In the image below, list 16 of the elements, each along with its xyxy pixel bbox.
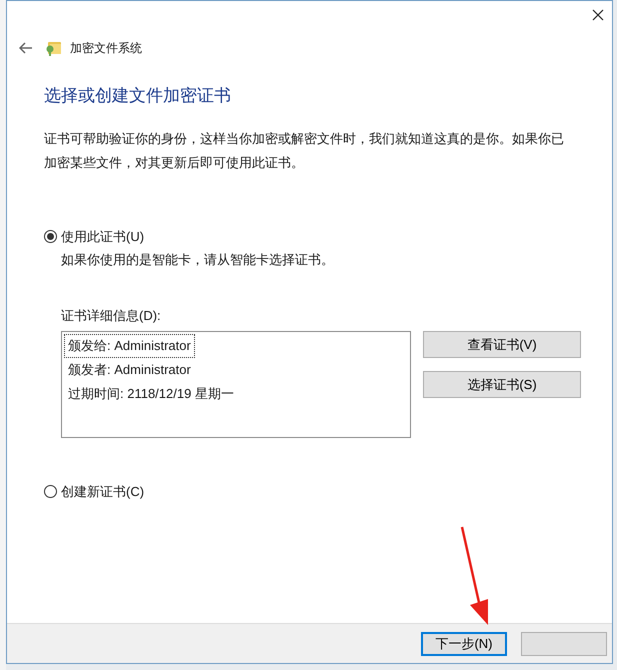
radio-button[interactable] xyxy=(44,485,57,498)
page-heading: 选择或创建文件加密证书 xyxy=(44,85,232,107)
details-label: 证书详细信息(D): xyxy=(61,306,162,325)
radio-label[interactable]: 创建新证书(C) xyxy=(61,482,144,502)
description-text: 证书可帮助验证你的身份，这样当你加密或解密文件时，我们就知道这真的是你。如果你已加密某些文件，对其更新后即可使用此证书。 xyxy=(44,130,565,172)
key-folder-icon xyxy=(45,40,62,56)
radio-label[interactable]: 使用此证书(U) xyxy=(61,226,144,246)
details-button[interactable]: 选择证书(S) xyxy=(423,371,581,398)
list-item[interactable]: 颁发给: Administrator xyxy=(64,334,195,358)
list-item[interactable]: 过期时间: 2118/12/19 星期一 xyxy=(64,382,238,406)
next-button[interactable]: 下一步(N) xyxy=(421,632,507,656)
radio-button[interactable] xyxy=(44,230,57,243)
details-button[interactable]: 查看证书(V) xyxy=(423,331,581,358)
hint-text: 如果你使用的是智能卡，请从智能卡选择证书。 xyxy=(61,251,335,269)
window-title: 加密文件系统 xyxy=(70,40,142,57)
list-item[interactable]: 颁发者: Administrator xyxy=(64,358,195,382)
